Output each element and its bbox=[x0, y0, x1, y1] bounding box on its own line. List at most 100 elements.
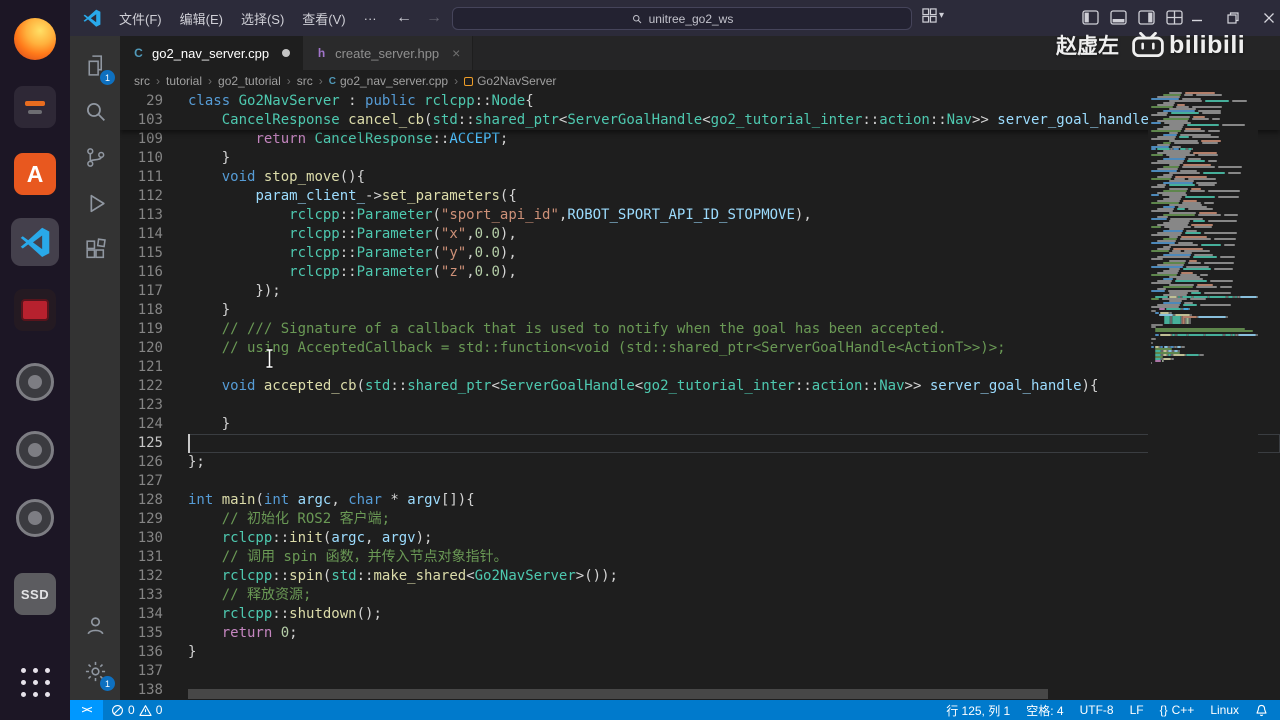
code-line[interactable]: 120 // using AcceptedCallback = std::fun… bbox=[120, 339, 1280, 358]
cells-layout-button[interactable]: ▾ bbox=[922, 8, 944, 23]
line-number: 125 bbox=[137, 435, 163, 451]
menu-item[interactable]: 文件(F) bbox=[110, 5, 171, 32]
code-line[interactable]: 111 void stop_move(){ bbox=[120, 168, 1280, 187]
menu-item[interactable]: ··· bbox=[355, 7, 386, 30]
restore-button[interactable] bbox=[1222, 7, 1244, 29]
show-applications-icon[interactable] bbox=[11, 658, 59, 706]
close-icon[interactable]: × bbox=[452, 45, 460, 61]
code-line[interactable]: 103 CancelResponse cancel_cb(std::shared… bbox=[120, 111, 1280, 130]
code-line[interactable]: 117 }); bbox=[120, 282, 1280, 301]
software-center-icon[interactable]: A bbox=[11, 150, 59, 198]
close-button[interactable] bbox=[1258, 7, 1280, 29]
horizontal-scrollbar[interactable] bbox=[120, 688, 1148, 700]
source-control-icon[interactable] bbox=[71, 134, 119, 180]
code-line[interactable]: 114 rclcpp::Parameter("x",0.0), bbox=[120, 225, 1280, 244]
firefox-icon[interactable] bbox=[11, 15, 59, 63]
code-line[interactable]: 132 rclcpp::spin(std::make_shared<Go2Nav… bbox=[120, 567, 1280, 586]
code-line[interactable]: 133 // 释放资源; bbox=[120, 586, 1280, 605]
forward-icon[interactable]: → bbox=[426, 9, 442, 27]
code-line[interactable]: 110 } bbox=[120, 149, 1280, 168]
code-line[interactable]: 136} bbox=[120, 643, 1280, 662]
code-line[interactable]: 137 bbox=[120, 662, 1280, 681]
search-icon[interactable] bbox=[71, 88, 119, 134]
vscode-dock-icon[interactable] bbox=[11, 218, 59, 266]
code-line[interactable]: 130 rclcpp::init(argc, argv); bbox=[120, 529, 1280, 548]
cursor-position[interactable]: 行 125, 列 1 bbox=[946, 702, 1010, 719]
code-line[interactable]: 128 int main(int argc, char * argv[]){ bbox=[120, 491, 1280, 510]
code-line[interactable]: 131 // 调用 spin 函数，并传入节点对象指针。 bbox=[120, 548, 1280, 567]
customize-layout-icon[interactable] bbox=[1166, 10, 1183, 25]
line-number: 121 bbox=[137, 359, 163, 375]
code-line[interactable]: 123 bbox=[120, 396, 1280, 415]
toggle-panel-icon[interactable] bbox=[1110, 10, 1127, 25]
breadcrumb-item[interactable]: Go2NavServer bbox=[464, 74, 556, 88]
gray-app-icon-3[interactable] bbox=[11, 494, 59, 542]
breadcrumb-separator-icon: › bbox=[208, 74, 213, 88]
code-line[interactable]: 112 param_client_->set_parameters({ bbox=[120, 187, 1280, 206]
code-line[interactable]: 121 bbox=[120, 358, 1280, 377]
remote-indicator[interactable]: >< bbox=[70, 700, 103, 720]
scrollbar-thumb[interactable] bbox=[188, 689, 1048, 699]
extensions-icon[interactable] bbox=[71, 226, 119, 272]
breadcrumb[interactable]: src › tutorial › go2_tutorial › src › Cgo2_nav_s… bbox=[120, 70, 1280, 92]
back-icon[interactable]: ← bbox=[396, 9, 412, 27]
code-line[interactable]: 118 } bbox=[120, 301, 1280, 320]
code-text: // 初始化 ROS2 客户端; bbox=[221, 511, 391, 527]
menu-item[interactable]: 选择(S) bbox=[232, 5, 293, 32]
explorer-icon[interactable]: 1 bbox=[71, 42, 119, 88]
breadcrumb-item[interactable]: src bbox=[134, 74, 150, 88]
code-line[interactable]: 124 } bbox=[120, 415, 1280, 434]
code-line[interactable]: 119 // /// Signature of a callback that … bbox=[120, 320, 1280, 339]
menu-item[interactable]: 编辑(E) bbox=[171, 5, 232, 32]
code-line[interactable]: 113 rclcpp::Parameter("sport_api_id",ROB… bbox=[120, 206, 1280, 225]
code-line[interactable]: 29 class Go2NavServer : public rclcpp::No… bbox=[120, 92, 1280, 111]
code-line[interactable]: 127 bbox=[120, 472, 1280, 491]
breadcrumb-item[interactable]: go2_tutorial bbox=[218, 74, 281, 88]
command-center-search[interactable]: unitree_go2_ws bbox=[452, 7, 912, 30]
line-number: 122 bbox=[137, 378, 163, 394]
code-line[interactable]: 109 return CancelResponse::ACCEPT; bbox=[120, 130, 1280, 149]
code-line[interactable]: 116 rclcpp::Parameter("z",0.0), bbox=[120, 263, 1280, 282]
gray-app-icon-2[interactable] bbox=[11, 426, 59, 474]
indentation[interactable]: 空格: 4 bbox=[1026, 702, 1063, 719]
eol-sequence[interactable]: LF bbox=[1130, 703, 1144, 717]
ssd-drive-icon[interactable]: SSD bbox=[11, 570, 59, 618]
tab-create_server.hpp[interactable]: h create_server.hpp × bbox=[303, 36, 474, 70]
code-line[interactable]: 135 return 0; bbox=[120, 624, 1280, 643]
ubuntu-dock: A SSD bbox=[0, 0, 70, 720]
encoding[interactable]: UTF-8 bbox=[1080, 703, 1114, 717]
toggle-secondary-sidebar-icon[interactable] bbox=[1138, 10, 1155, 25]
language-mode[interactable]: {} C++ bbox=[1160, 703, 1195, 717]
toggle-sidebar-icon[interactable] bbox=[1082, 10, 1099, 25]
minimize-button[interactable] bbox=[1186, 7, 1208, 29]
problems-indicator[interactable]: 0 0 bbox=[103, 703, 162, 717]
warnings-icon bbox=[139, 704, 152, 716]
minimap[interactable] bbox=[1148, 92, 1258, 700]
media-player-icon[interactable] bbox=[11, 286, 59, 334]
breadcrumb-item[interactable]: tutorial bbox=[166, 74, 202, 88]
code-line[interactable]: 125 bbox=[120, 434, 1280, 453]
breadcrumb-item[interactable]: src bbox=[297, 74, 313, 88]
dark-app-icon[interactable] bbox=[11, 83, 59, 131]
code-text: // /// Signature of a callback that is u… bbox=[221, 321, 947, 337]
code-line[interactable]: 115 rclcpp::Parameter("y",0.0), bbox=[120, 244, 1280, 263]
settings-gear-icon[interactable]: 1 bbox=[71, 648, 119, 694]
menu-item[interactable]: 查看(V) bbox=[293, 5, 354, 32]
code-line[interactable]: 122 void accepted_cb(std::shared_ptr<Ser… bbox=[120, 377, 1280, 396]
breadcrumb-item[interactable]: Cgo2_nav_server.cpp bbox=[329, 74, 448, 88]
sticky-scroll: 29 class Go2NavServer : public rclcpp::No… bbox=[120, 92, 1280, 130]
run-debug-icon[interactable] bbox=[71, 180, 119, 226]
explorer-badge: 1 bbox=[100, 70, 115, 85]
account-icon[interactable] bbox=[71, 602, 119, 648]
braces-icon: {} bbox=[1159, 703, 1168, 717]
code-line[interactable]: 129 // 初始化 ROS2 客户端; bbox=[120, 510, 1280, 529]
notifications-bell-icon[interactable] bbox=[1255, 704, 1268, 717]
code-line[interactable]: 134 rclcpp::shutdown(); bbox=[120, 605, 1280, 624]
gray-app-icon-1[interactable] bbox=[11, 358, 59, 406]
code-line[interactable]: 126}; bbox=[120, 453, 1280, 472]
editor[interactable]: 29 class Go2NavServer : public rclcpp::No… bbox=[120, 92, 1280, 700]
tab-go2_nav_server.cpp[interactable]: Cgo2_nav_server.cpp bbox=[120, 36, 304, 70]
titlebar: 文件(F) 编辑(E) 选择(S) 查看(V) ··· ← → unitree_go2_… bbox=[70, 0, 1280, 36]
os-indicator[interactable]: Linux bbox=[1210, 703, 1239, 717]
